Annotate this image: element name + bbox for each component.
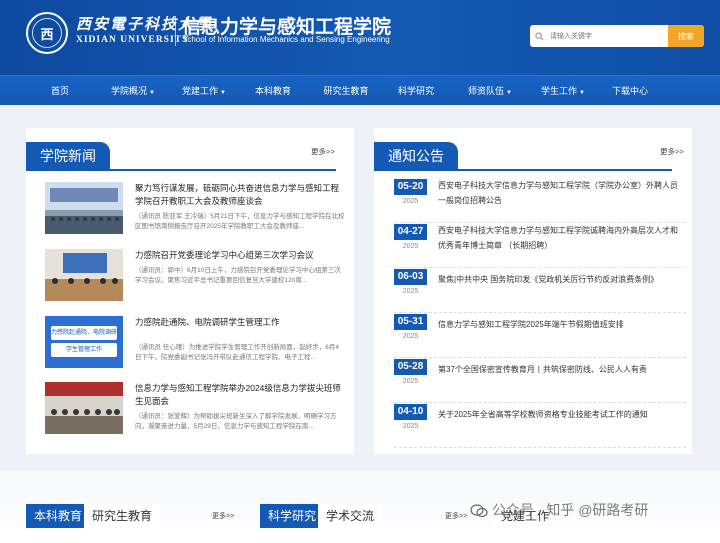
notice-title[interactable]: 第37个全国保密宣传教育月丨共筑保密防线、公民人人有责 (438, 362, 684, 377)
bottom-more-link[interactable]: 更多>> (212, 511, 234, 521)
news-summary: （通讯员：张爱辉）为帮助拔尖班新生深入了解学院发展，明确学习方向，凝聚奋进力量，… (135, 413, 337, 430)
chevron-down-icon: ▼ (579, 90, 585, 96)
university-emblem-icon[interactable]: 西 (26, 12, 68, 54)
news-thumbnail[interactable]: 力感院赴通院、电院调研 学生管理工作 (45, 316, 123, 368)
notice-title[interactable]: 聚焦|中共中央 国务院印发《党政机关厉行节约反对浪费条例》 (438, 272, 684, 287)
logo-divider (175, 16, 176, 46)
notice-title[interactable]: 关于2025年全省高等学校教师资格专业技能考试工作的通知 (438, 407, 684, 422)
nav-item-graduate[interactable]: 研究生教育 (323, 76, 368, 106)
date-badge: 05-28 2025 (394, 359, 427, 389)
news-panel: 学院新闻 更多>> 聚力笃行谋发展，砥砺同心共奋进信息力学与感知工程学院召开教职… (26, 128, 354, 454)
nav-item-students[interactable]: 学生工作 ▼ (541, 76, 585, 106)
nav-item-home[interactable]: 首页 (51, 76, 69, 106)
bottom-more-link[interactable]: 更多>> (445, 511, 467, 521)
news-thumbnail[interactable] (45, 182, 123, 234)
tab-graduate[interactable]: 研究生教育 (84, 504, 161, 528)
nav-item-faculty[interactable]: 师资队伍 ▼ (468, 76, 512, 106)
notice-item[interactable]: 05-31 2025 信息力学与感知工程学院2025年端午节假期值班安排 (394, 312, 686, 358)
nav-label: 下载中心 (611, 86, 649, 96)
notice-panel: 通知公告 更多>> 05-20 2025 西安电子科技大学信息力学与感知工程学院（… (374, 128, 692, 454)
nav-label: 本科教育 (254, 86, 292, 96)
notice-item[interactable]: 06-03 2025 聚焦|中共中央 国务院印发《党政机关厉行节约反对浪费条例》 (394, 267, 686, 313)
chevron-down-icon: ▼ (220, 90, 226, 96)
nav-item-party[interactable]: 党建工作 ▼ (182, 76, 226, 106)
search-button[interactable]: 搜索 (668, 25, 704, 47)
notice-item[interactable]: 05-28 2025 第37个全国保密宣传教育月丨共筑保密防线、公民人人有责 (394, 357, 686, 403)
search-box: 搜索 (530, 25, 704, 47)
notice-item[interactable]: 05-20 2025 西安电子科技大学信息力学与感知工程学院（学院办公室）外聘人员… (394, 177, 686, 223)
date-badge: 04-10 2025 (394, 404, 427, 434)
news-summary: （通讯员 任心瑾）为推进学院学生管理工作开创新局面，起好步，6月4日下午，院党委… (135, 344, 340, 361)
thumbnail-caption: 学生管理工作 (51, 343, 117, 357)
section-underline (374, 169, 672, 171)
date-year: 2025 (394, 420, 427, 434)
school-name-en: School of Information Mechanics and Sens… (182, 35, 390, 44)
news-item[interactable]: 力感院召开党委理论学习中心组第三次学习会议 （通讯员：郭中）6月10日上午，力感… (45, 249, 345, 303)
date-month-day: 04-10 (394, 404, 427, 420)
notice-item[interactable]: 04-27 2025 西安电子科技大学信息力学与感知工程学院诚聘海内外高层次人才和… (394, 222, 686, 268)
date-month-day: 05-31 (394, 314, 427, 330)
nav-item-undergrad[interactable]: 本科教育 (255, 76, 291, 106)
date-year: 2025 (394, 375, 427, 389)
date-badge: 06-03 2025 (394, 269, 427, 299)
notice-title[interactable]: 西安电子科技大学信息力学与感知工程学院（学院办公室）外聘人员一般岗位招聘公告 (438, 178, 684, 208)
news-item[interactable]: 聚力笃行谋发展，砥砺同心共奋进信息力学与感知工程学院召开教职工大会及教师座谈会 … (45, 182, 345, 236)
nav-label: 科学研究 (397, 86, 435, 96)
nav-label: 学生工作 (541, 86, 578, 96)
news-section-title: 学院新闻 (26, 142, 110, 170)
wechat-icon (470, 504, 488, 518)
watermark-text: 公众号 · 知乎 @研路考研 (491, 502, 649, 518)
nav-label: 党建工作 (182, 86, 219, 96)
news-summary: （通讯员 陈亚军 王冷瑞）5月21日下午，信息力学与感知工程学院在北校区图书馆南… (135, 213, 345, 230)
university-logo-en[interactable]: XIDIAN UNIVERSITY (76, 35, 190, 45)
nav-item-research[interactable]: 科学研究 (398, 76, 434, 106)
chevron-down-icon: ▼ (149, 90, 155, 96)
search-input[interactable] (548, 25, 668, 47)
date-year: 2025 (394, 195, 427, 209)
date-year: 2025 (394, 285, 427, 299)
notice-title[interactable]: 西安电子科技大学信息力学与感知工程学院诚聘海内外高层次人才和优秀青年博士简章 （… (438, 223, 684, 253)
news-item[interactable]: 信息力学与感知工程学院举办2024级信息力学拔尖班师生见面会 （通讯员：张爱辉）… (45, 382, 345, 436)
site-header: 西 西安電子科技大學 XIDIAN UNIVERSITY 信息力学与感知工程学院… (0, 0, 720, 75)
date-month-day: 06-03 (394, 269, 427, 285)
news-item[interactable]: 力感院赴通院、电院调研 学生管理工作 力感院赴通院、电院调研学生管理工作 （通讯… (45, 316, 345, 370)
nav-label: 学院概况 (111, 86, 148, 96)
search-icon (530, 25, 548, 47)
date-badge: 05-20 2025 (394, 179, 427, 209)
date-year: 2025 (394, 330, 427, 344)
nav-label: 研究生教育 (323, 86, 369, 96)
notice-item[interactable]: 04-10 2025 关于2025年全省高等学校教师资格专业技能考试工作的通知 (394, 402, 686, 448)
nav-item-downloads[interactable]: 下载中心 (612, 76, 648, 106)
nav-item-about[interactable]: 学院概况 ▼ (111, 76, 155, 106)
nav-label: 师资队伍 (468, 86, 505, 96)
tab-academic-exchange[interactable]: 学术交流 (318, 504, 383, 528)
news-title[interactable]: 聚力笃行谋发展，砥砺同心共奋进信息力学与感知工程学院召开教职工大会及教师座谈会 (135, 182, 345, 208)
notice-more-link[interactable]: 更多>> (660, 146, 684, 157)
nav-label: 首页 (50, 86, 70, 96)
news-title[interactable]: 力感院召开党委理论学习中心组第三次学习会议 (135, 249, 345, 262)
date-month-day: 05-28 (394, 359, 427, 375)
date-badge: 05-31 2025 (394, 314, 427, 344)
news-more-link[interactable]: 更多>> (311, 146, 335, 157)
chevron-down-icon: ▼ (506, 90, 512, 96)
notice-title[interactable]: 信息力学与感知工程学院2025年端午节假期值班安排 (438, 317, 684, 332)
section-underline (26, 169, 336, 171)
date-year: 2025 (394, 240, 427, 254)
notice-section-title: 通知公告 (374, 142, 458, 170)
news-summary: （通讯员：郭中）6月10日上午，力感院召开党委理论学习中心组第三次学习会议。聚焦… (135, 267, 341, 284)
main-nav: 首页 学院概况 ▼ 党建工作 ▼ 本科教育 研究生教育 科学研究 师资队伍 ▼ 学生工… (0, 75, 720, 105)
tab-undergrad[interactable]: 本科教育 (26, 504, 91, 528)
news-thumbnail[interactable] (45, 382, 123, 434)
news-title[interactable]: 力感院赴通院、电院调研学生管理工作 (135, 316, 345, 329)
watermark: 公众号 · 知乎 @研路考研 (470, 500, 648, 520)
date-badge: 04-27 2025 (394, 224, 427, 254)
news-thumbnail[interactable] (45, 249, 123, 301)
thumbnail-caption: 力感院赴通院、电院调研 (51, 326, 117, 340)
news-title[interactable]: 信息力学与感知工程学院举办2024级信息力学拔尖班师生见面会 (135, 382, 345, 408)
date-month-day: 05-20 (394, 179, 427, 195)
tab-research[interactable]: 科学研究 (260, 504, 325, 528)
date-month-day: 04-27 (394, 224, 427, 240)
